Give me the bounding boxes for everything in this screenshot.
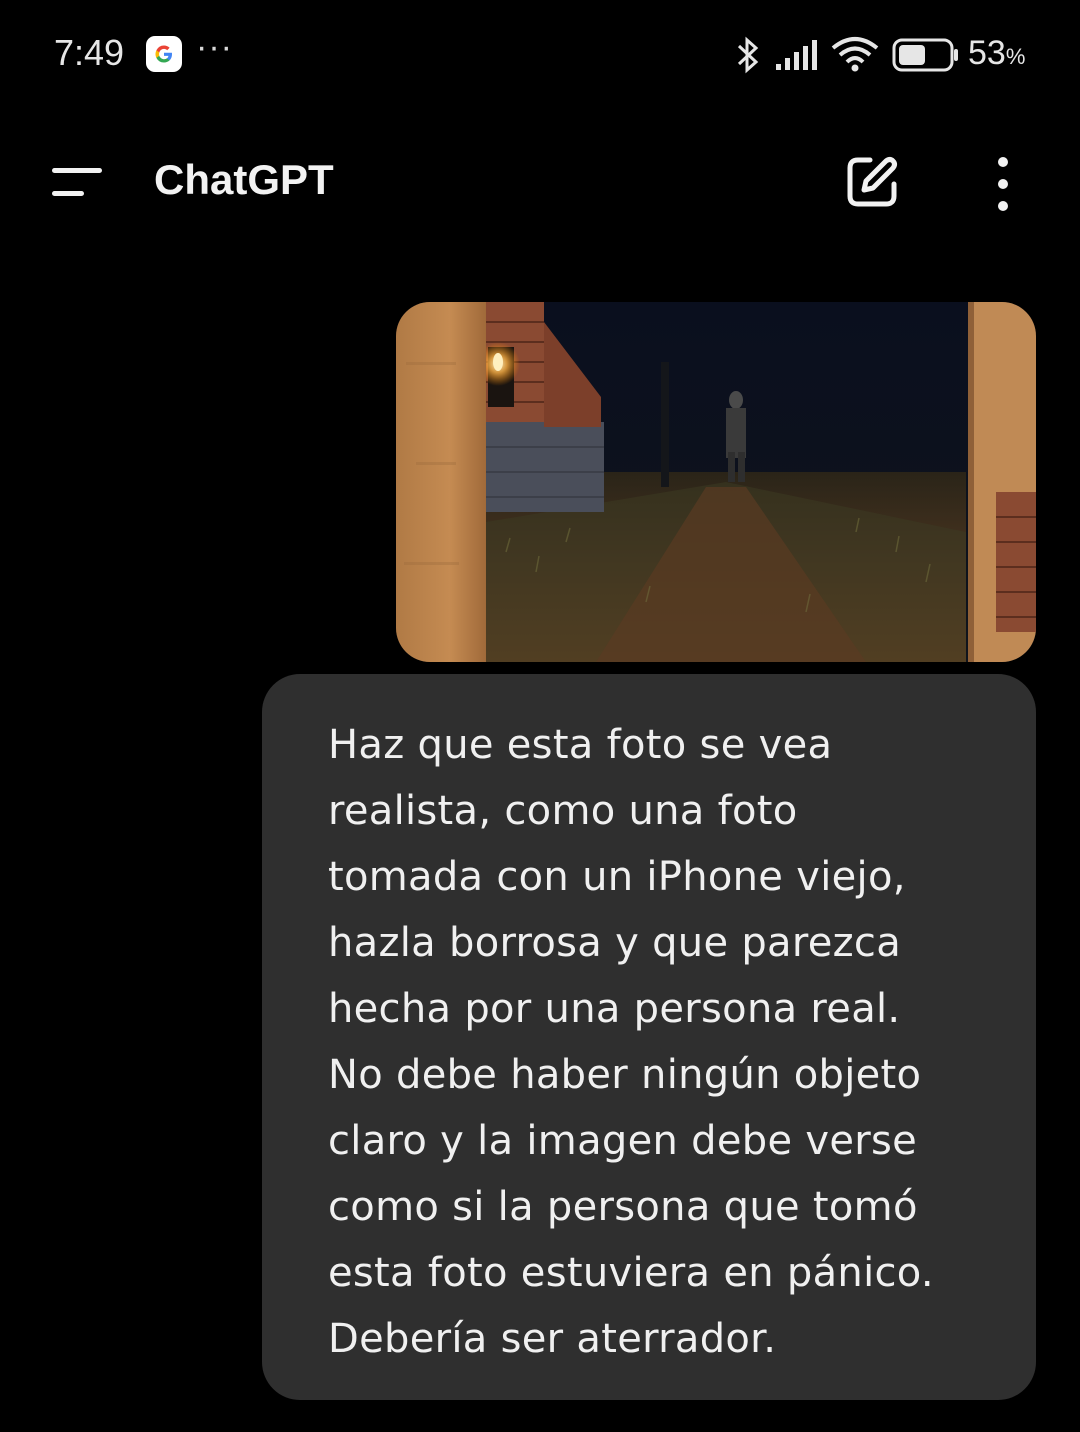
message-line: realista, como una foto [328, 788, 798, 834]
app-title: ChatGPT [154, 156, 334, 203]
cell-signal-icon [776, 40, 817, 70]
user-message-text: Haz que esta foto se vea realista, como … [328, 712, 1008, 1372]
message-line: esta foto estuviera en pánico. [328, 1250, 934, 1296]
google-icon [146, 36, 182, 72]
bluetooth-icon [737, 36, 759, 74]
message-line: Haz que esta foto se vea [328, 722, 833, 768]
message-line: No debe haber ningún objeto [328, 1052, 922, 1098]
message-line: hazla borrosa y que parezca [328, 920, 902, 966]
attached-image[interactable] [396, 302, 1036, 662]
app-bar: ChatGPT [0, 130, 1080, 240]
message-line: como si la persona que tomó [328, 1184, 918, 1230]
status-time: 7:49 [54, 32, 125, 73]
new-chat-icon[interactable] [842, 152, 902, 212]
battery-icon [892, 38, 958, 72]
hamburger-menu-icon[interactable] [50, 164, 106, 200]
battery-percent: 53% [968, 34, 1026, 72]
wifi-icon [831, 37, 879, 72]
message-line: Debería ser aterrador. [328, 1316, 777, 1362]
message-line: hecha por una persona real. [328, 986, 901, 1032]
horror-scene-image [396, 302, 1036, 662]
notification-more-dots: ··· [196, 28, 233, 66]
message-line: tomada con un iPhone viejo, [328, 854, 906, 900]
message-line: claro y la imagen debe verse [328, 1118, 918, 1164]
status-bar: 7:49 ··· 53% [0, 0, 1080, 110]
user-message-bubble[interactable]: Haz que esta foto se vea realista, como … [262, 674, 1036, 1400]
more-options-icon[interactable] [990, 154, 1016, 214]
